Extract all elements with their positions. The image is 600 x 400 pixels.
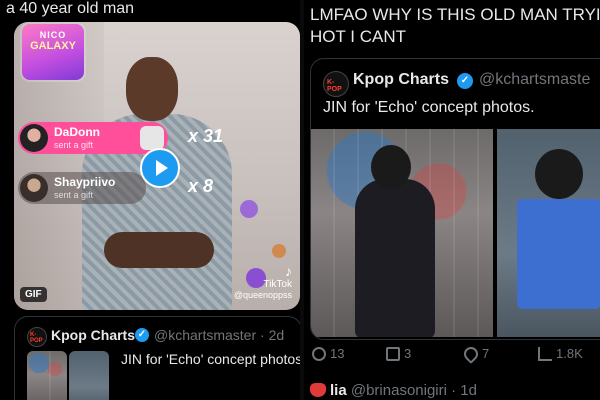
next-tweet-header[interactable]: lia @brinasonigiri · 1d — [310, 382, 477, 399]
quoted-tweet-text: JIN for 'Echo' concept photos. — [323, 99, 535, 116]
gifter-avatar — [20, 174, 48, 202]
right-tweet-column: LMFAO WHY IS THIS OLD MAN TRYIN HOT I CA… — [304, 0, 600, 400]
gifter-name: DaDonn — [54, 125, 100, 139]
tiktok-name: TikTok — [263, 279, 292, 290]
tweet-gif-media[interactable]: NICO GALAXY DaDonn sent a gift x 31 Shay… — [14, 22, 300, 310]
model-head — [535, 149, 583, 199]
quoted-tweet-card[interactable]: K-POP Kpop Charts ✓ @kchartsmaste JIN fo… — [310, 58, 600, 340]
clap-effect-icon — [272, 244, 286, 258]
concept-photo-2[interactable] — [497, 129, 600, 337]
gift-notification-1: DaDonn sent a gift — [18, 122, 168, 154]
gift-notification-2: Shaypriivo sent a gift — [18, 172, 146, 204]
quoted-account-name[interactable]: Kpop Charts — [353, 71, 449, 89]
next-tweet-name: lia — [330, 382, 347, 399]
views-chart-icon — [538, 347, 552, 361]
concept-photo-1[interactable] — [27, 351, 67, 400]
left-tweet-column: a 40 year old man NICO GALAXY DaDonn sen… — [0, 0, 300, 400]
kpop-charts-avatar: K-POP — [323, 71, 349, 97]
play-icon[interactable] — [140, 148, 180, 188]
game-badge-line1: NICO — [39, 30, 67, 40]
tiktok-watermark: ♪ TikTok @queenoppss — [234, 263, 292, 300]
right-tweet-text-line2: HOT I CANT — [310, 27, 407, 46]
reply-icon — [312, 347, 326, 361]
quoted-handle: @kchartsmaste — [479, 71, 591, 88]
gift-item-icon — [140, 126, 164, 150]
right-tweet-text-line1: LMFAO WHY IS THIS OLD MAN TRYIN — [310, 5, 600, 24]
gift-subtext: sent a gift — [54, 190, 94, 200]
tiktok-handle: @queenoppss — [233, 290, 292, 300]
like-button[interactable]: 7 — [461, 344, 489, 364]
gif-badge: GIF — [20, 287, 47, 302]
verified-badge-icon: ✓ — [457, 73, 473, 89]
repost-icon — [386, 347, 400, 361]
model-shirt — [517, 199, 600, 309]
concept-photo-2[interactable] — [69, 351, 109, 400]
kpop-charts-avatar: K-POP — [27, 327, 47, 347]
model-head — [371, 145, 411, 189]
quoted-account-name[interactable]: Kpop Charts — [51, 327, 135, 343]
next-tweet-handle-time: @brinasonigiri · 1d — [350, 382, 477, 399]
repost-button[interactable]: 3 — [386, 346, 411, 361]
lips-avatar-icon — [310, 383, 326, 397]
concept-photo-1[interactable] — [311, 129, 493, 337]
game-badge: NICO GALAXY — [22, 24, 84, 80]
gifter-name: Shaypriivo — [54, 175, 116, 189]
person-arms — [104, 232, 214, 268]
gifter-avatar — [20, 124, 48, 152]
left-tweet-text: a 40 year old man — [6, 0, 135, 17]
model-figure — [355, 179, 435, 337]
gift-count-1: x 31 — [188, 126, 224, 146]
heart-icon — [461, 344, 481, 364]
quoted-tweet-text: JIN for 'Echo' concept photos. — [121, 351, 300, 367]
photo-background — [27, 351, 67, 400]
verified-badge-icon: ✓ — [135, 328, 149, 342]
quoted-handle-time: @kchartsmaster · 2d — [154, 327, 285, 343]
heart-effect-icon — [240, 200, 258, 218]
gift-count-2: x 8 — [188, 176, 214, 196]
gift-subtext: sent a gift — [54, 140, 94, 150]
reply-button[interactable]: 13 — [312, 346, 344, 361]
tiktok-logo-icon: ♪ — [285, 263, 292, 279]
views-button[interactable]: 1.8K — [538, 346, 583, 361]
person-head — [126, 57, 178, 121]
game-badge-line2: GALAXY — [30, 40, 76, 52]
quoted-tweet-card[interactable]: K-POP Kpop Charts ✓ @kchartsmaster · 2d … — [14, 316, 300, 400]
